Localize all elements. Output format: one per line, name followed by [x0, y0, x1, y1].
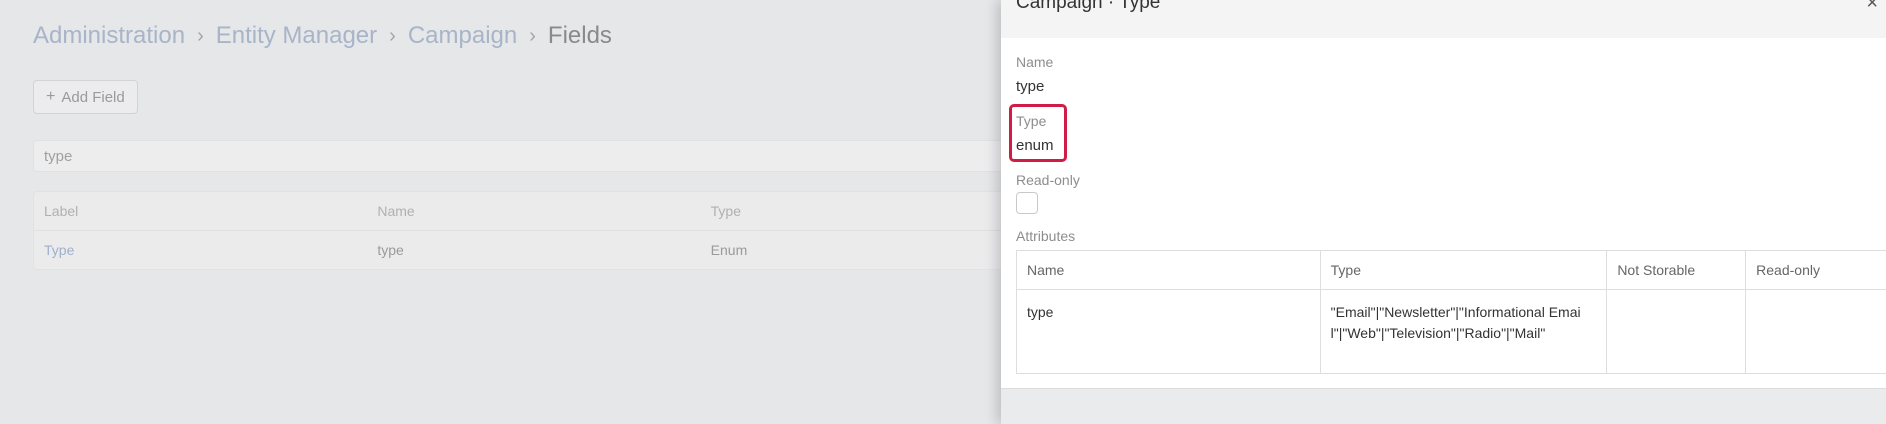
- field-type-cell: Enum: [710, 242, 748, 258]
- name-label: Name: [1016, 54, 1054, 70]
- column-header-label[interactable]: Label: [34, 203, 367, 219]
- panel-body: Name type Type enum Read-only Attributes…: [1001, 38, 1886, 389]
- attr-type-values: "Email"|"Newsletter"|"Informational Emai…: [1330, 304, 1581, 341]
- breadcrumb-administration[interactable]: Administration: [33, 22, 185, 50]
- panel-title: Campaign · Type: [1016, 0, 1161, 13]
- close-icon[interactable]: ×: [1866, 0, 1878, 15]
- readonly-checkbox[interactable]: [1016, 192, 1038, 214]
- add-field-label: Add Field: [61, 88, 125, 106]
- column-header-name[interactable]: Name: [367, 203, 700, 219]
- add-field-button[interactable]: + Add Field: [33, 80, 138, 114]
- breadcrumb-separator: ›: [529, 24, 536, 47]
- type-value: enum: [1016, 137, 1054, 154]
- plus-icon: +: [46, 88, 56, 105]
- name-value: type: [1016, 78, 1045, 95]
- attr-column-read-only: Read-only: [1756, 262, 1820, 278]
- attr-type-cell: "Email"|"Newsletter"|"Informational Emai…: [1321, 290, 1608, 374]
- breadcrumb-campaign[interactable]: Campaign: [408, 22, 517, 50]
- field-name-cell: type: [377, 242, 404, 258]
- table-header-row: Label Name Type: [34, 192, 1034, 231]
- breadcrumb-entity-manager[interactable]: Entity Manager: [216, 22, 377, 50]
- attr-not-storable-cell: [1607, 290, 1747, 374]
- panel-header: Campaign · Type ×: [1001, 0, 1886, 39]
- attr-column-not-storable: Not Storable: [1607, 251, 1747, 289]
- breadcrumb-separator: ›: [389, 24, 396, 47]
- attr-read-only-cell: [1746, 290, 1886, 374]
- table-row: type "Email"|"Newsletter"|"Informational…: [1017, 290, 1886, 374]
- column-header-type[interactable]: Type: [701, 203, 1034, 219]
- side-panel: Campaign · Type × Name type Type enum Re…: [1001, 0, 1886, 424]
- readonly-label: Read-only: [1016, 172, 1080, 188]
- breadcrumb-current: Fields: [547, 22, 612, 49]
- attributes-label: Attributes: [1016, 228, 1076, 244]
- attr-name-cell: type: [1017, 290, 1321, 374]
- type-label: Type: [1016, 113, 1047, 129]
- attributes-header-row: Name Type Not Storable Read-only: [1017, 251, 1886, 290]
- search-value: type: [44, 147, 73, 165]
- breadcrumb: Administration › Entity Manager › Campai…: [33, 22, 612, 50]
- attributes-table: Name Type Not Storable Read-only type "E…: [1016, 250, 1886, 374]
- attr-column-name: Name: [1017, 251, 1321, 289]
- fields-table: Label Name Type Type type Enum: [33, 191, 1035, 270]
- attr-column-type: Type: [1321, 251, 1608, 289]
- search-input[interactable]: type: [33, 140, 1033, 172]
- breadcrumb-separator: ›: [197, 24, 204, 47]
- field-label-link[interactable]: Type: [34, 242, 367, 258]
- table-row: Type type Enum: [34, 231, 1034, 269]
